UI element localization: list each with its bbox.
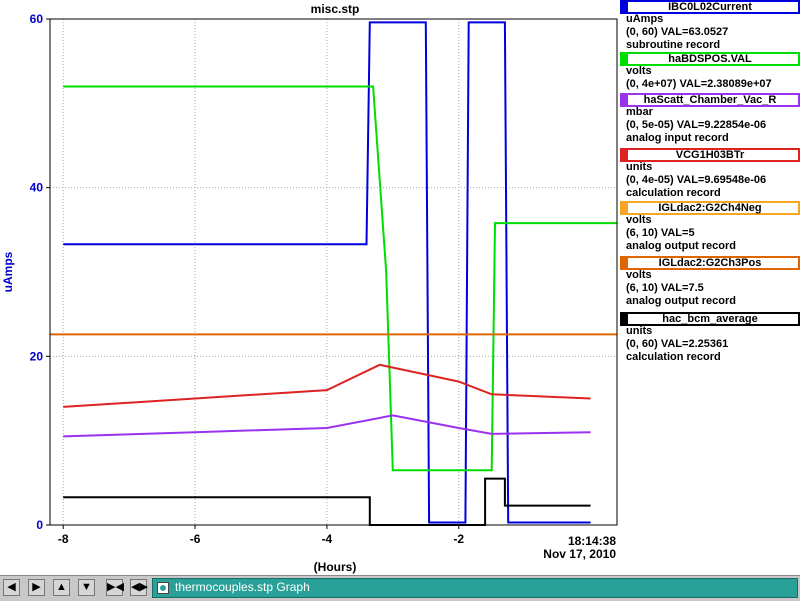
legend-box: IGLdac2:G2Ch4Neg [620,201,800,215]
legend-text: volts [626,214,652,226]
y-axis-label: uAmps [1,251,15,292]
series-line-5 [63,477,591,526]
grid [50,18,617,526]
legend-text: (0, 4e-05) VAL=9.69548e-06 [626,174,767,186]
end-date: Nov 17, 2010 [543,547,616,561]
legend-name: IGLdac2:G2Ch3Pos [658,257,762,269]
zoom-in-icon[interactable]: ▶◀ [106,579,124,596]
x-tick-label-2: -4 [322,532,333,546]
legend-box: hac_bcm_average [620,312,800,326]
legend-text: units [626,325,653,337]
legend-name: haBDSPOS.VAL [668,53,752,65]
legend-text: analog output record [626,295,736,307]
legend-text: analog output record [626,240,736,252]
window-icon [157,582,169,594]
legend-text: (6, 10) VAL=7.5 [626,282,704,294]
zoom-out-icon[interactable]: ◀▶ [130,579,148,596]
task-label: thermocouples.stp Graph [175,580,310,594]
x-axis: -8 -6 -4 -2 [58,525,464,546]
legend-text: units [626,161,653,173]
arrow-down-icon[interactable]: ▼ [78,579,95,596]
legend-text: (0, 4e+07) VAL=2.38089e+07 [626,78,772,90]
y-tick-label-0: 0 [36,518,43,532]
legend-name: hac_bcm_average [662,313,758,325]
legend-box: haScatt_Chamber_Vac_R [620,93,800,107]
legend-name: IGLdac2:G2Ch4Neg [658,202,762,214]
plot-frame [49,18,618,526]
legend-text: (6, 10) VAL=5 [626,227,695,239]
legend-text: (0, 5e-05) VAL=9.22854e-06 [626,119,767,131]
y-axis: 0 20 40 60 [30,12,50,532]
legend: IBC0L02Current uAmps (0, 60) VAL=63.0527 su… [620,0,800,575]
legend-text: volts [626,65,652,77]
legend-text: analog input record [626,132,729,144]
x-tick-label-0: -8 [58,532,69,546]
legend-name: IBC0L02Current [668,1,752,13]
legend-text: mbar [626,106,653,118]
task-thermocouples[interactable]: thermocouples.stp Graph [152,578,798,598]
arrow-left-icon[interactable]: ◀ [3,579,20,596]
y-tick-label-3: 60 [30,12,44,26]
legend-text: subroutine record [626,39,721,51]
x-axis-label: (Hours) [314,560,357,574]
legend-box: VCG1H03BTr [620,148,800,162]
arrow-right-icon[interactable]: ▶ [28,579,45,596]
series-layer [50,21,617,526]
legend-box: IBC0L02Current [620,0,800,14]
legend-text: calculation record [626,351,721,363]
legend-text: (0, 60) VAL=2.25361 [626,338,729,350]
legend-name: haScatt_Chamber_Vac_R [643,94,777,106]
chart-title: misc.stp [311,2,360,16]
series-line-1 [63,85,617,472]
legend-box: IGLdac2:G2Ch3Pos [620,256,800,270]
legend-text: uAmps [626,13,664,25]
taskbar: ◀ ▶ ▲ ▼ ▶◀ ◀▶ thermocouples.stp Graph [0,575,800,601]
end-time: 18:14:38 [568,534,616,548]
chart: misc.stp 0204060 -8 -6 -4 -2 uAmps (Hours) … [1,2,618,574]
legend-text: (0, 60) VAL=63.0527 [626,26,729,38]
arrow-up-icon[interactable]: ▲ [53,579,70,596]
legend-box: haBDSPOS.VAL [620,52,800,66]
legend-text: calculation record [626,187,721,199]
x-tick-label-1: -6 [190,532,201,546]
legend-name: VCG1H03BTr [675,149,745,161]
legend-text: volts [626,269,652,281]
y-tick-label-1: 20 [30,349,44,363]
x-tick-label-3: -2 [453,532,464,546]
y-tick-label-2: 40 [30,181,44,195]
